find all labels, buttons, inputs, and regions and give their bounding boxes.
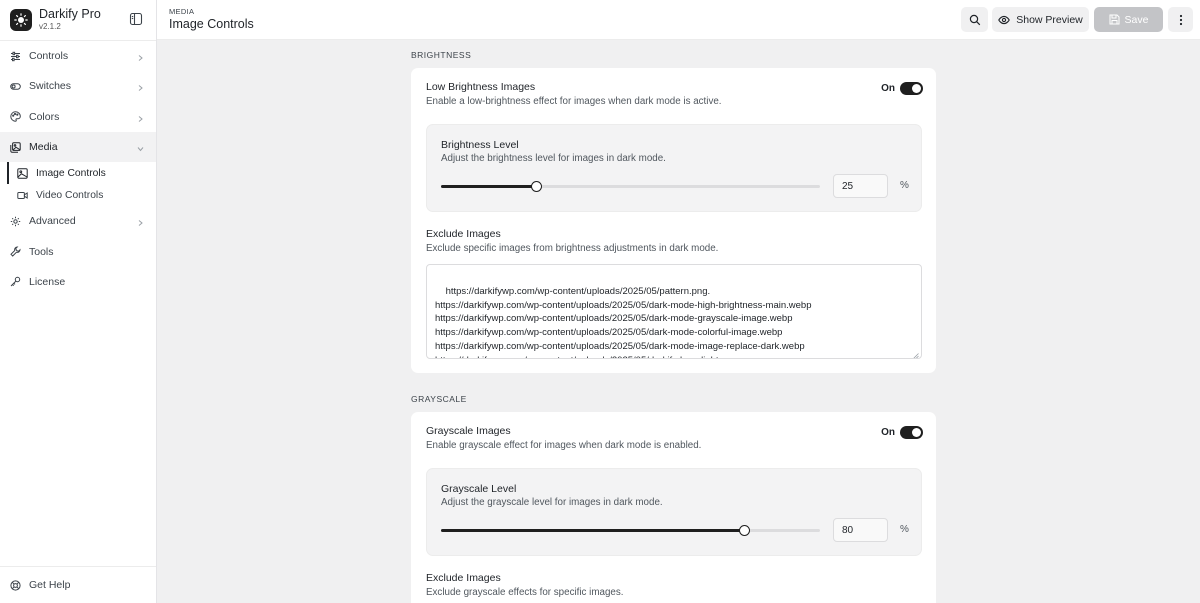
sidebar-item-label: Controls (29, 50, 69, 63)
get-help-label: Get Help (29, 579, 71, 591)
show-preview-button[interactable]: Show Preview (992, 7, 1089, 32)
sidebar: Darkify Pro v2.1.2 Controls Switches Col… (0, 0, 157, 603)
chevron-right-icon (137, 53, 144, 62)
sidebar-item-label: Tools (29, 245, 54, 258)
sidebar-subitem-label: Video Controls (36, 189, 104, 201)
slider-thumb[interactable] (739, 525, 751, 536)
slider-fill (441, 529, 745, 532)
save-button[interactable]: Save (1094, 7, 1163, 32)
sidebar-item-media[interactable]: Media (0, 131, 156, 163)
brightness-level-slider[interactable] (441, 181, 820, 192)
image-icon (17, 167, 28, 179)
grayscale-exclude-description: Exclude grayscale effects for specific i… (426, 587, 624, 598)
section-label-brightness: BRIGHTNESS (411, 50, 472, 60)
low-brightness-state-label: On (881, 83, 895, 94)
chevron-right-icon (137, 83, 144, 92)
sidebar-item-tools[interactable]: Tools (0, 236, 156, 266)
exclude-images-description: Exclude specific images from brightness … (426, 243, 719, 254)
grayscale-level-title: Grayscale Level (441, 483, 517, 495)
darkify-logo-icon (10, 9, 32, 31)
page-title: Image Controls (169, 17, 254, 31)
slider-fill (441, 185, 536, 188)
kebab-menu-icon (1179, 14, 1182, 25)
save-label: Save (1124, 13, 1149, 26)
percent-unit-label: % (900, 524, 909, 535)
wrench-icon (10, 246, 21, 257)
chevron-right-icon (137, 218, 144, 227)
grayscale-level-input[interactable]: 80 (833, 518, 888, 542)
save-icon (1109, 14, 1120, 25)
breadcrumb: MEDIA (169, 7, 195, 16)
sidebar-subitem-video-controls[interactable]: Video Controls (0, 184, 156, 206)
sidebar-item-label: License (29, 275, 66, 288)
sidebar-nav-lower: Advanced Tools License (0, 206, 156, 297)
key-icon (10, 276, 21, 287)
slider-thumb[interactable] (530, 181, 542, 192)
search-button[interactable] (961, 7, 988, 32)
show-preview-label: Show Preview (1016, 13, 1083, 26)
sliders-icon (10, 51, 21, 62)
sidebar-nav: Controls Switches Colors Media (0, 41, 156, 163)
sidebar-item-license[interactable]: License (0, 267, 156, 297)
get-help-link[interactable]: Get Help (0, 566, 156, 603)
section-label-grayscale: GRAYSCALE (411, 394, 467, 404)
help-icon (10, 579, 21, 591)
more-options-button[interactable] (1168, 7, 1193, 32)
brightness-card: Low Brightness Images Enable a low-brigh… (411, 68, 936, 373)
brightness-level-description: Adjust the brightness level for images i… (441, 153, 666, 164)
grayscale-card: Grayscale Images Enable grayscale effect… (411, 412, 936, 603)
sidebar-subitem-label: Image Controls (36, 167, 106, 179)
sidebar-item-label: Colors (29, 110, 60, 123)
sidebar-subitem-image-controls[interactable]: Image Controls (0, 162, 156, 184)
brand-header: Darkify Pro v2.1.2 (0, 0, 156, 41)
low-brightness-description: Enable a low-brightness effect for image… (426, 96, 722, 107)
eye-icon (998, 15, 1011, 24)
exclude-images-textarea[interactable]: https://darkifywp.com/wp-content/uploads… (426, 264, 922, 359)
grayscale-level-slider[interactable] (441, 525, 820, 536)
sidebar-toggle-icon[interactable] (129, 12, 143, 26)
grayscale-images-title: Grayscale Images (426, 425, 511, 437)
brand-version: v2.1.2 (39, 22, 61, 32)
media-submenu: Image Controls Video Controls (0, 162, 156, 206)
sidebar-item-label: Switches (29, 80, 72, 93)
brand-name: Darkify Pro (39, 6, 101, 21)
palette-icon (10, 111, 21, 122)
grayscale-state-label: On (881, 427, 895, 438)
grayscale-toggle[interactable] (900, 426, 923, 439)
exclude-images-title: Exclude Images (426, 228, 501, 240)
cog-icon (10, 216, 21, 227)
search-icon (969, 14, 980, 25)
resize-handle-icon[interactable] (913, 350, 919, 358)
chevron-down-icon (137, 144, 144, 152)
brightness-level-panel: Brightness Level Adjust the brightness l… (426, 124, 922, 212)
brightness-level-input[interactable]: 25 (833, 174, 888, 198)
sidebar-item-label: Media (29, 141, 58, 154)
top-header: MEDIA Image Controls Show Preview Save (157, 0, 1200, 40)
low-brightness-toggle[interactable] (900, 82, 923, 95)
brightness-level-title: Brightness Level (441, 139, 519, 151)
percent-unit-label: % (900, 180, 909, 191)
low-brightness-title: Low Brightness Images (426, 81, 536, 93)
sidebar-item-controls[interactable]: Controls (0, 41, 156, 71)
sidebar-item-advanced[interactable]: Advanced (0, 206, 156, 236)
toggle-icon (10, 81, 21, 92)
video-icon (17, 190, 28, 201)
grayscale-level-panel: Grayscale Level Adjust the grayscale lev… (426, 468, 922, 556)
grayscale-images-description: Enable grayscale effect for images when … (426, 440, 702, 451)
sidebar-item-colors[interactable]: Colors (0, 102, 156, 132)
grayscale-level-description: Adjust the grayscale level for images in… (441, 497, 663, 508)
sidebar-item-label: Advanced (29, 215, 76, 228)
images-icon (10, 141, 21, 153)
sidebar-item-switches[interactable]: Switches (0, 71, 156, 101)
exclude-images-value: https://darkifywp.com/wp-content/uploads… (435, 285, 812, 358)
grayscale-exclude-title: Exclude Images (426, 572, 501, 584)
chevron-right-icon (137, 113, 144, 122)
